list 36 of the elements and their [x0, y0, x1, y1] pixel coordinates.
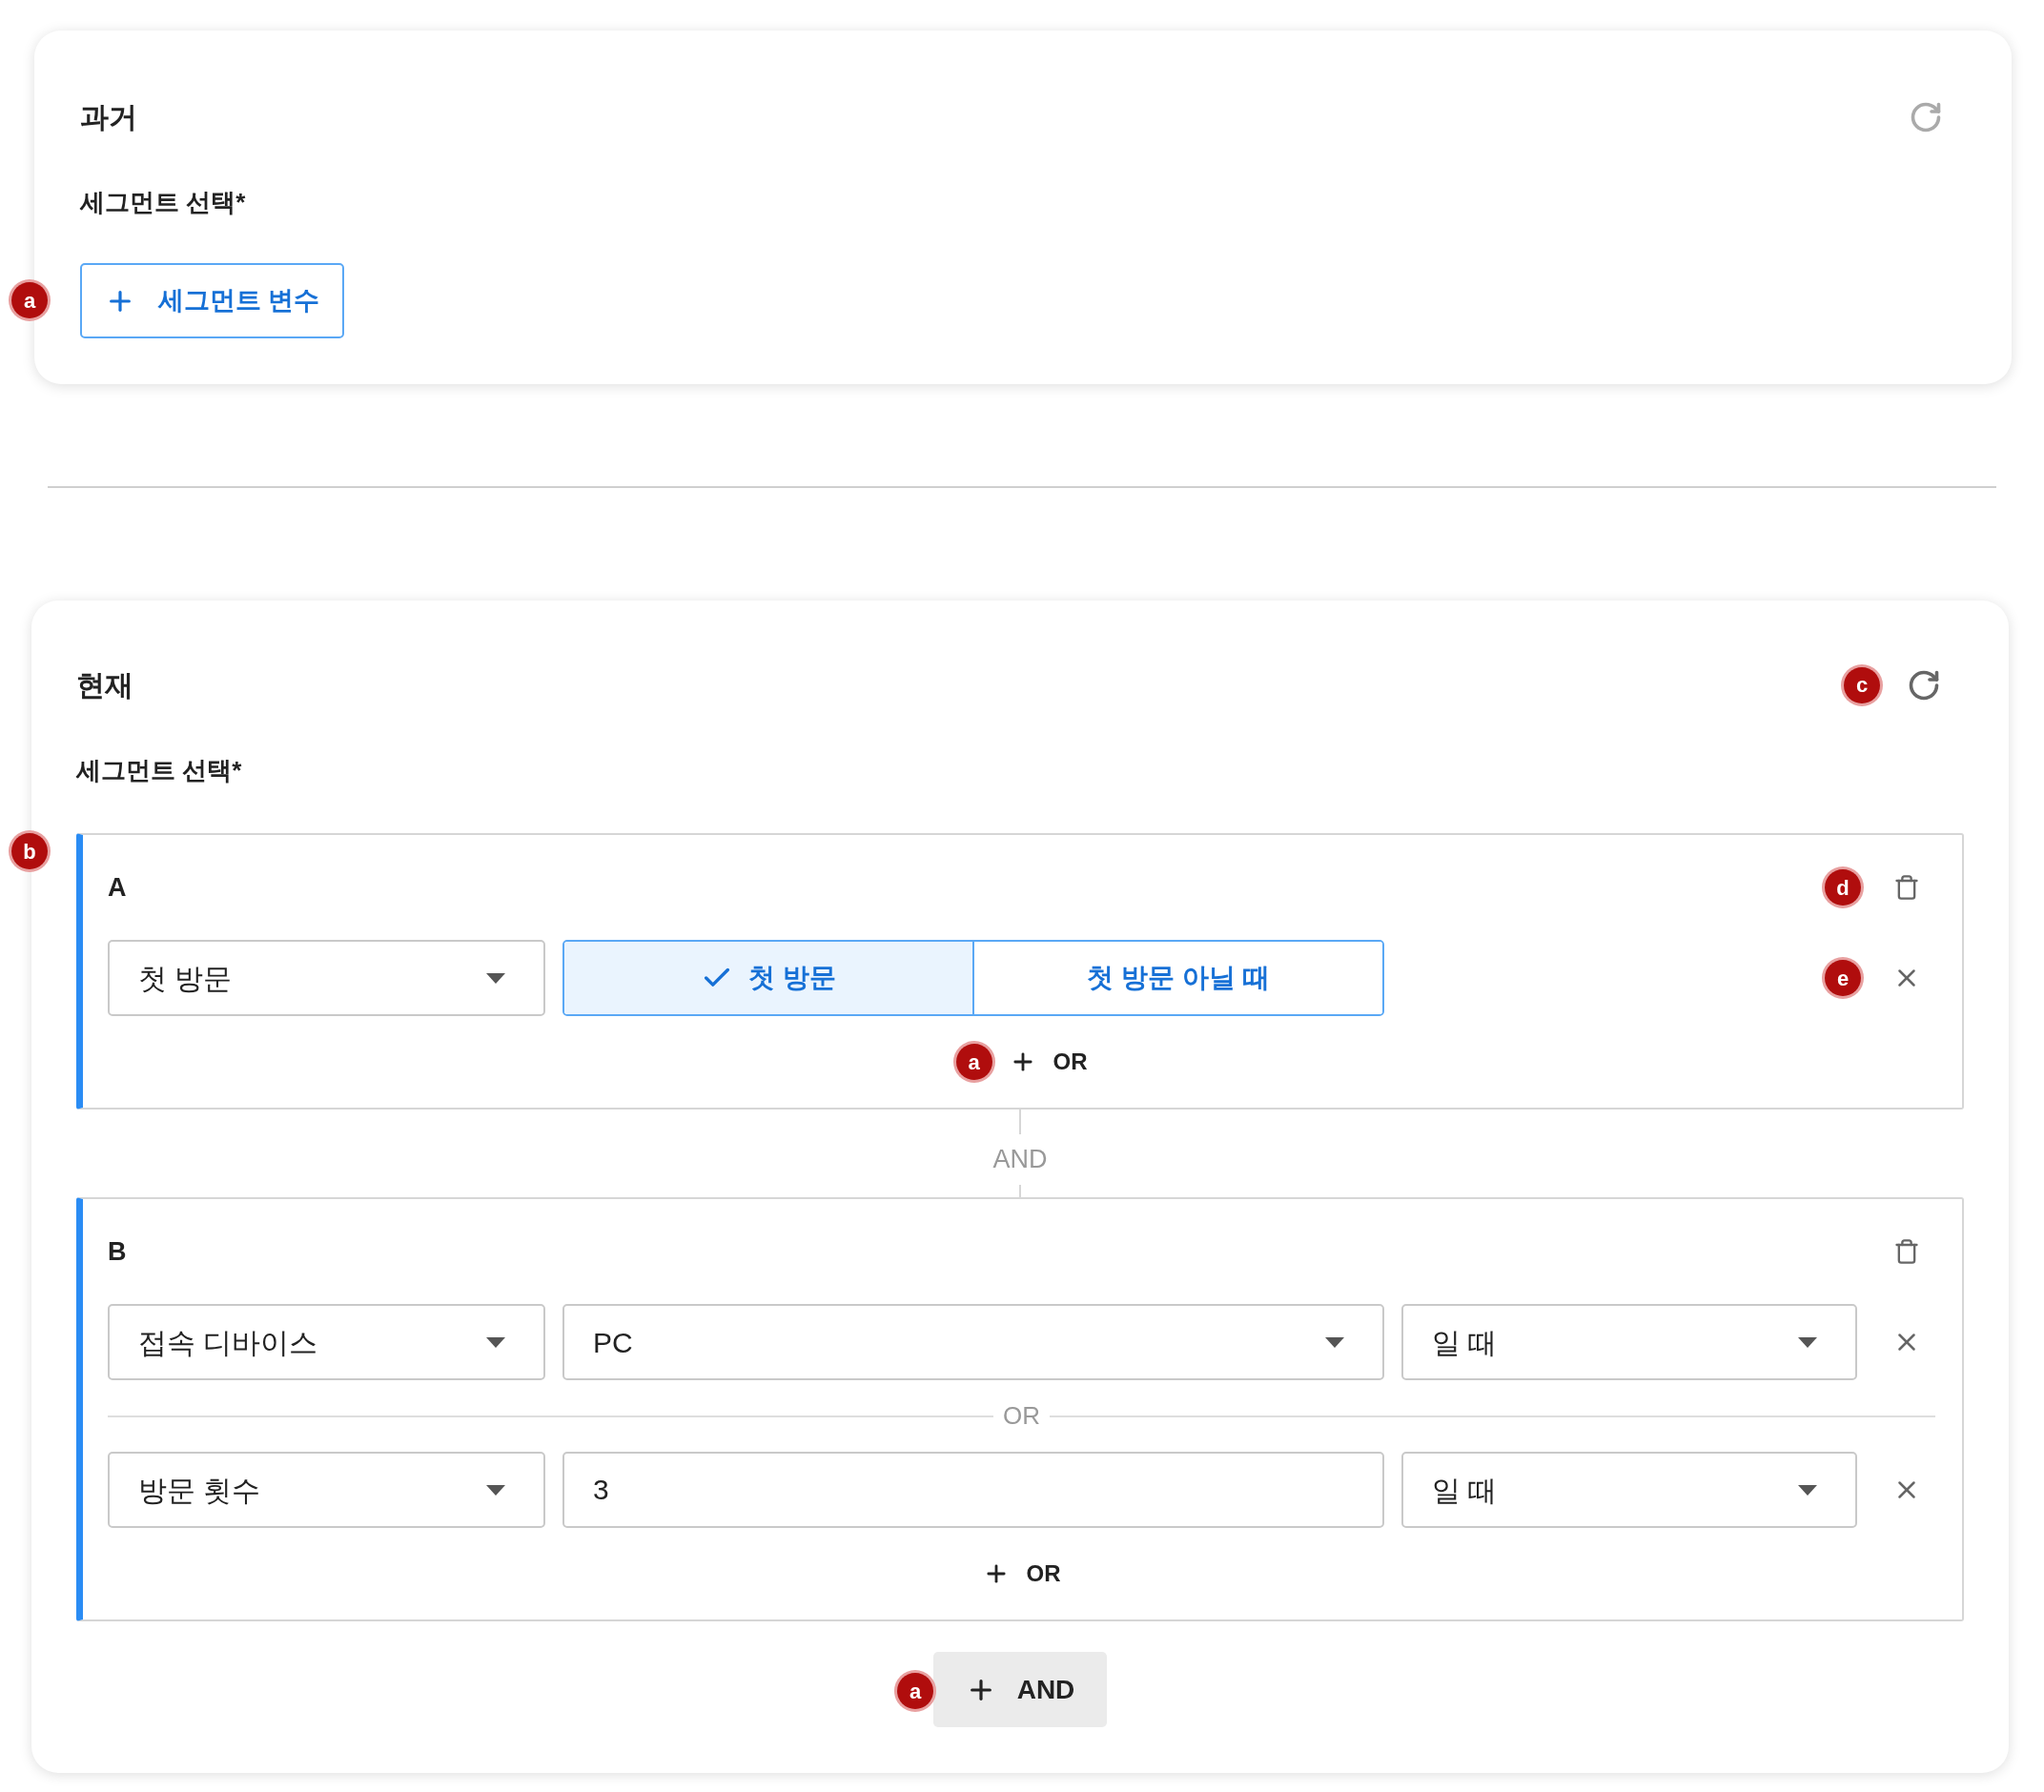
annotation-marker: a: [11, 282, 48, 318]
add-segment-button[interactable]: 세그먼트 변수: [80, 263, 344, 338]
field-label: 세그먼트 선택*: [80, 187, 247, 218]
caret-icon: [1798, 1484, 1817, 1496]
caret-icon: [1325, 1336, 1344, 1348]
group-label: A: [108, 871, 127, 904]
dropdown-select[interactable]: 일 때: [1401, 1304, 1857, 1380]
toggle-option[interactable]: 첫 방문: [564, 942, 972, 1014]
dropdown-select[interactable]: 첫 방문: [108, 940, 545, 1016]
dropdown-select[interactable]: 일 때: [1401, 1452, 1857, 1528]
trash-icon: [1893, 874, 1920, 901]
input-field[interactable]: 3: [562, 1452, 1384, 1528]
annotation-marker: a: [897, 1673, 933, 1709]
or-separator-label: OR: [1003, 1400, 1040, 1432]
annotation-marker: a: [955, 1044, 992, 1080]
add-and-button[interactable]: AND: [933, 1652, 1107, 1727]
toggle-option[interactable]: 첫 방문 아닐 때: [972, 942, 1382, 1014]
dropdown-select[interactable]: PC: [562, 1304, 1384, 1380]
card-title: 현재: [76, 668, 133, 703]
trash-icon: [1893, 1238, 1920, 1265]
dropdown-select[interactable]: 방문 횟수: [108, 1452, 545, 1528]
caret-icon: [1798, 1336, 1817, 1348]
annotation-marker: e: [1825, 960, 1861, 996]
caret-icon: [486, 1336, 505, 1348]
add-or-button[interactable]: OR: [982, 1557, 1061, 1591]
annotation-marker: b: [11, 833, 48, 869]
field-label: 세그먼트 선택*: [76, 755, 243, 786]
card-title: 과거: [80, 100, 137, 134]
and-connector-label: AND: [992, 1144, 1048, 1175]
group-label: B: [108, 1235, 127, 1268]
caret-icon: [486, 972, 505, 984]
add-or-button[interactable]: OR: [1009, 1045, 1088, 1079]
dropdown-select[interactable]: 접속 디바이스: [108, 1304, 545, 1380]
annotation-marker: c: [1844, 666, 1880, 703]
annotation-marker: d: [1825, 869, 1861, 906]
caret-icon: [486, 1484, 505, 1496]
